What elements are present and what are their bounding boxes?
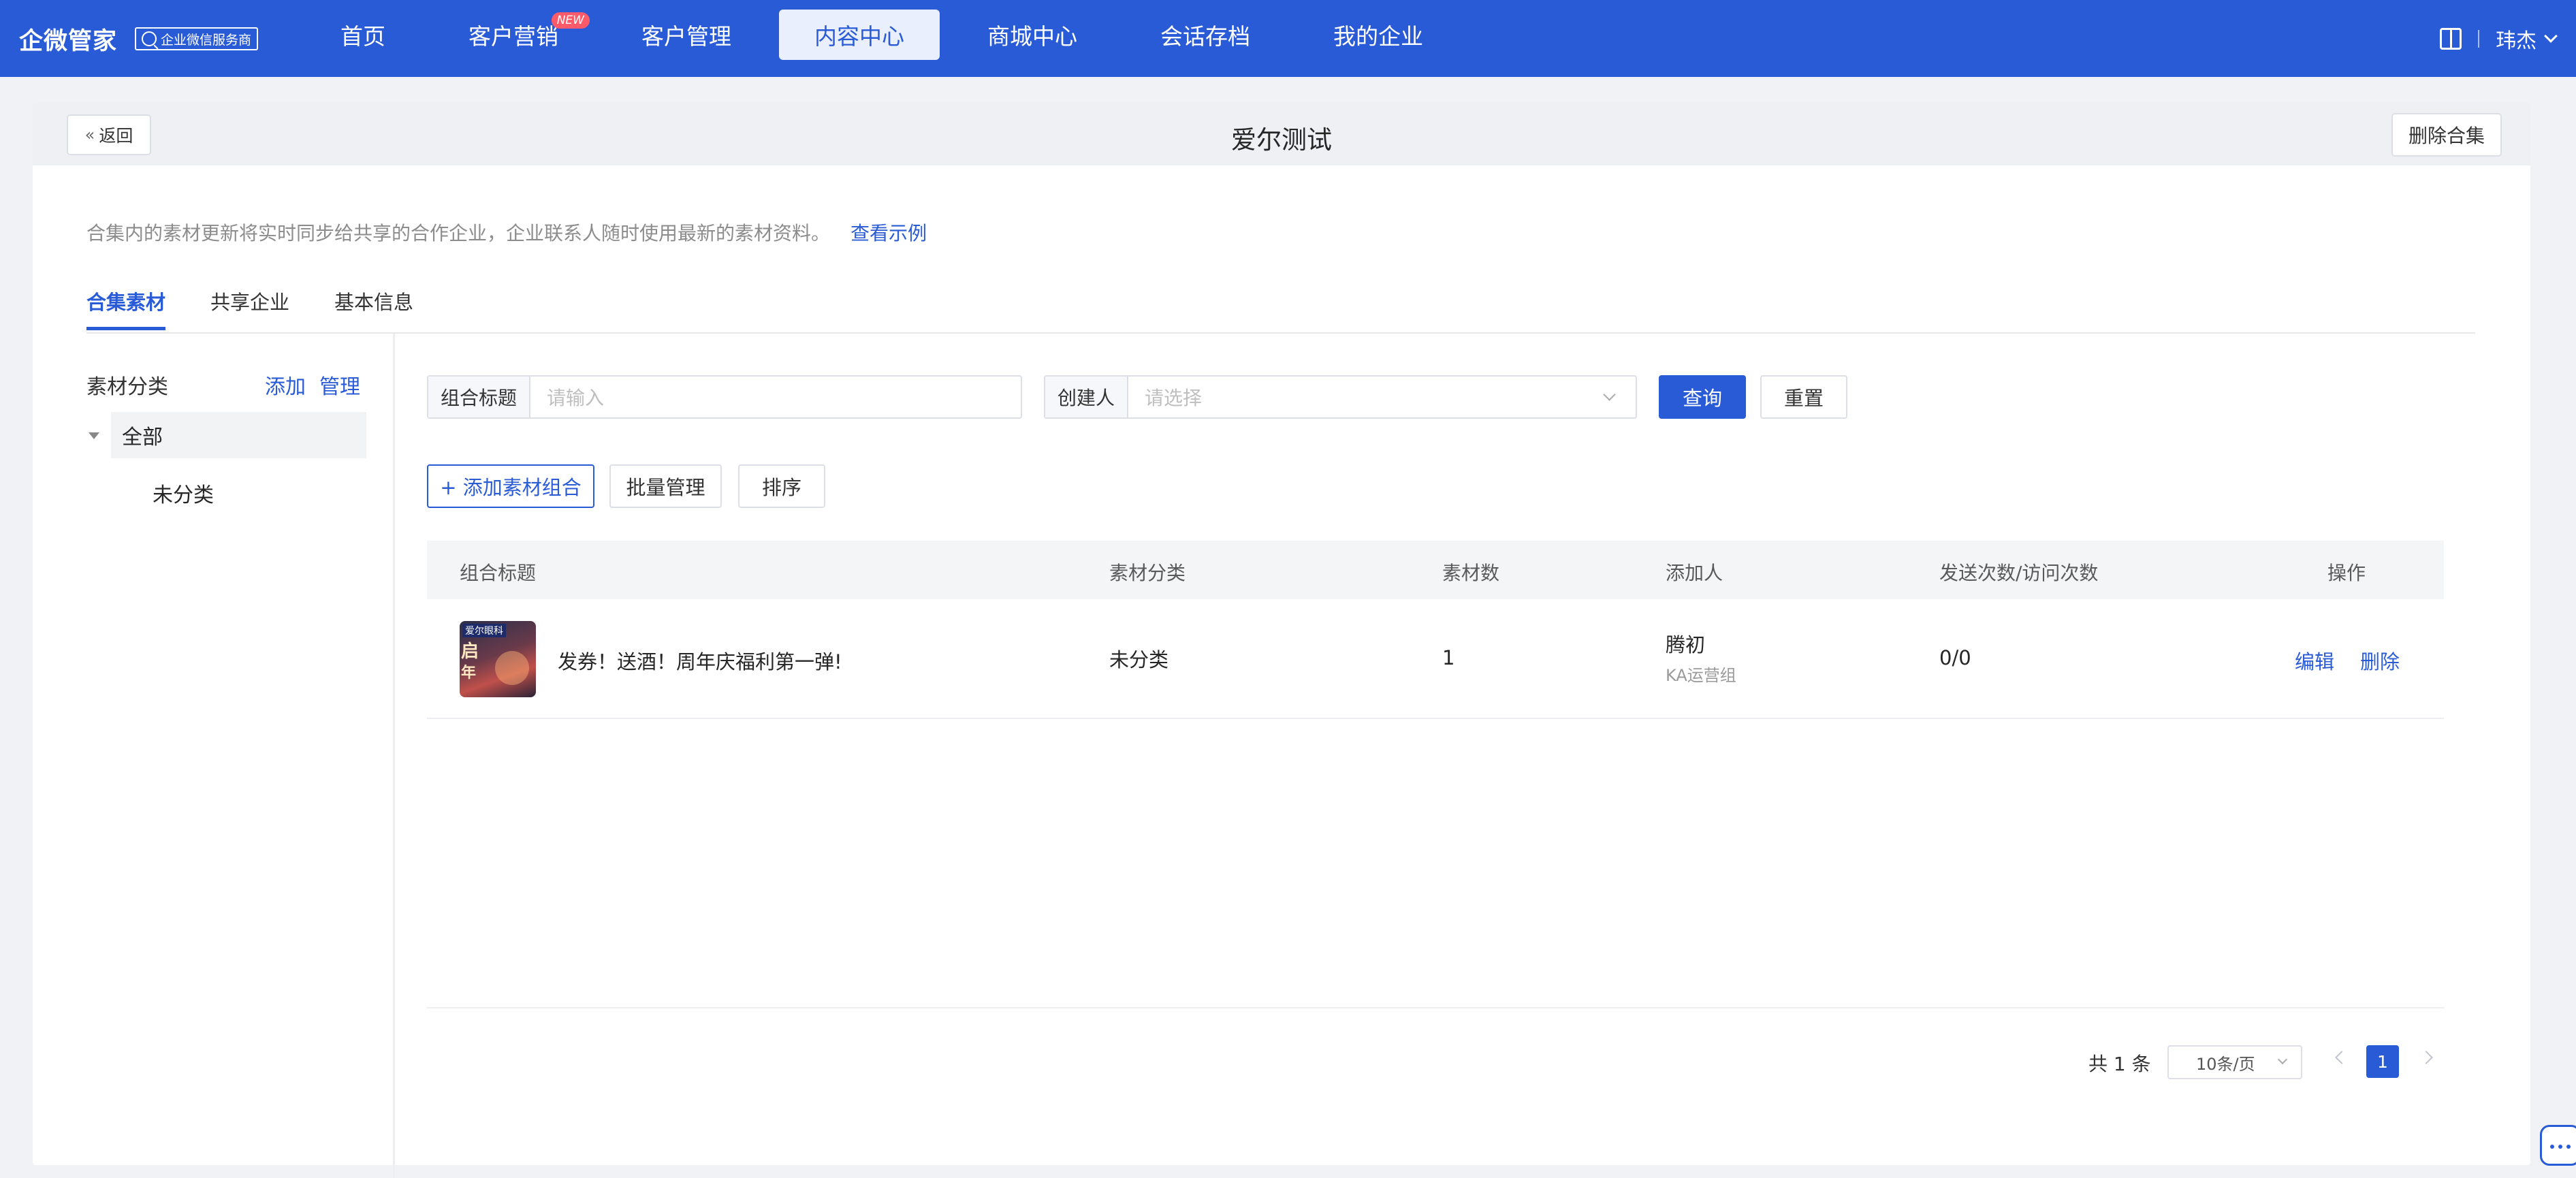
tab-basic-info[interactable]: 基本信息	[334, 287, 413, 330]
brand-badge-text: 企业微信服务商	[161, 32, 252, 48]
nav-item-home[interactable]: 首页	[305, 10, 421, 60]
manage-category-link[interactable]: 管理	[319, 370, 360, 400]
table-row: 爱尔眼科 启 年 发券！送酒！周年庆福利第一弹! 未分类 1 腾初 KA运营组 …	[427, 599, 2444, 719]
nav-label: 内容中心	[814, 23, 904, 50]
send-visit-count: 0/0	[1939, 646, 1971, 669]
nav-label: 我的企业	[1333, 23, 1423, 50]
user-area: 玮杰	[2440, 22, 2558, 56]
page-number-current[interactable]: 1	[2366, 1045, 2399, 1078]
nav-label: 商城中心	[987, 23, 1077, 50]
divider	[2478, 30, 2479, 48]
tab-materials[interactable]: 合集素材	[86, 287, 166, 330]
adder-group: KA运营组	[1666, 666, 1736, 685]
main-nav: 首页 客户营销 NEW 客户管理 内容中心 商城中心 会话存档 我的企业	[305, 10, 1471, 60]
query-button[interactable]: 查询	[1659, 375, 1746, 419]
page-size-value: 10条/页	[2196, 1054, 2255, 1074]
nav-item-enterprise[interactable]: 我的企业	[1298, 10, 1459, 60]
group-category: 未分类	[1109, 648, 1169, 671]
thumb-text: 启	[461, 641, 479, 662]
category-header: 素材分类 添加 管理	[86, 366, 374, 400]
creator-filter-label: 创建人	[1045, 377, 1129, 417]
add-material-group-button[interactable]: + 添加素材组合	[427, 464, 594, 508]
panel-header: « 返回 爱尔测试 删除合集	[33, 103, 2530, 165]
tabs: 合集素材 共享企业 基本信息	[86, 287, 458, 330]
page-title: 爱尔测试	[1231, 125, 1332, 155]
column-header: 素材数	[1442, 562, 1500, 584]
chevron-down-icon	[1603, 388, 1616, 401]
brand-badge: 企业微信服务商	[135, 27, 259, 50]
thumbnail-glow	[495, 651, 529, 685]
nav-label: 客户营销	[468, 23, 558, 50]
chat-icon[interactable]	[2540, 1125, 2576, 1166]
column-header: 组合标题	[460, 562, 537, 584]
pagination-total: 共 1 条	[2088, 1053, 2151, 1075]
nav-label: 客户管理	[641, 23, 731, 50]
top-navbar: 企微管家 企业微信服务商 首页 客户营销 NEW 客户管理 内容中心 商城中心 会…	[0, 0, 2576, 77]
search-icon	[142, 31, 157, 46]
nav-item-marketing[interactable]: 客户营销 NEW	[433, 10, 594, 60]
nav-item-archive[interactable]: 会话存档	[1125, 10, 1286, 60]
brand-name: 企微管家	[19, 27, 118, 55]
material-count: 1	[1442, 646, 1455, 669]
reset-button[interactable]: 重置	[1760, 375, 1847, 419]
nav-label: 会话存档	[1160, 23, 1250, 50]
brand[interactable]: 企微管家 企业微信服务商	[19, 20, 259, 57]
notice-text: 合集内的素材更新将实时同步给共享的合作企业，企业联系人随时使用最新的素材资料。	[86, 222, 831, 244]
creator-placeholder: 请选择	[1145, 387, 1203, 409]
column-header: 素材分类	[1109, 562, 1186, 584]
book-icon[interactable]	[2440, 28, 2462, 50]
nav-item-content[interactable]: 内容中心	[779, 10, 940, 60]
column-header: 添加人	[1666, 562, 1723, 584]
user-name[interactable]: 玮杰	[2496, 24, 2537, 54]
category-title: 素材分类	[86, 375, 168, 399]
nav-label: 首页	[340, 23, 385, 50]
material-thumbnail[interactable]: 爱尔眼科 启 年	[460, 621, 536, 697]
delete-collection-button[interactable]: 删除合集	[2391, 113, 2502, 157]
tab-shared-companies[interactable]: 共享企业	[210, 287, 289, 330]
sidebar-divider	[393, 334, 395, 1178]
add-category-link[interactable]: 添加	[265, 370, 306, 400]
title-filter-label: 组合标题	[428, 377, 531, 417]
adder-name: 腾初	[1666, 633, 1706, 656]
tree-item-all[interactable]: 全部	[111, 412, 366, 458]
edit-link[interactable]: 编辑	[2295, 646, 2334, 675]
caret-down-icon[interactable]	[89, 432, 99, 439]
title-filter: 组合标题 请输入	[427, 375, 1022, 419]
thumb-text: 年	[461, 665, 477, 682]
table-header: 组合标题 素材分类 素材数 添加人 发送次数/访问次数 操作	[427, 541, 2444, 599]
column-header: 操作	[2327, 562, 2366, 584]
sort-button[interactable]: 排序	[738, 464, 825, 508]
table-footer-divider	[427, 1007, 2444, 1008]
new-badge: NEW	[551, 12, 590, 29]
nav-item-mall[interactable]: 商城中心	[952, 10, 1113, 60]
chevron-down-icon	[2277, 1054, 2288, 1065]
title-input[interactable]: 请输入	[530, 377, 1021, 417]
thumb-text: 爱尔眼科	[462, 624, 506, 637]
chevron-down-icon[interactable]	[2544, 29, 2558, 43]
creator-select[interactable]: 请选择	[1128, 377, 1636, 417]
column-header: 发送次数/访问次数	[1939, 562, 2099, 584]
batch-manage-button[interactable]: 批量管理	[609, 464, 722, 508]
delete-link[interactable]: 删除	[2360, 646, 2400, 675]
creator-filter: 创建人 请选择	[1044, 375, 1637, 419]
tabs-divider	[86, 332, 2475, 334]
tree-item-uncategorized[interactable]: 未分类	[153, 478, 214, 508]
nav-item-customers[interactable]: 客户管理	[606, 10, 767, 60]
sync-notice: 合集内的素材更新将实时同步给共享的合作企业，企业联系人随时使用最新的素材资料。查…	[86, 219, 927, 246]
view-example-link[interactable]: 查看示例	[850, 222, 927, 244]
page-size-select[interactable]: 10条/页	[2167, 1045, 2302, 1079]
group-title: 发券！送酒！周年庆福利第一弹!	[558, 650, 842, 673]
